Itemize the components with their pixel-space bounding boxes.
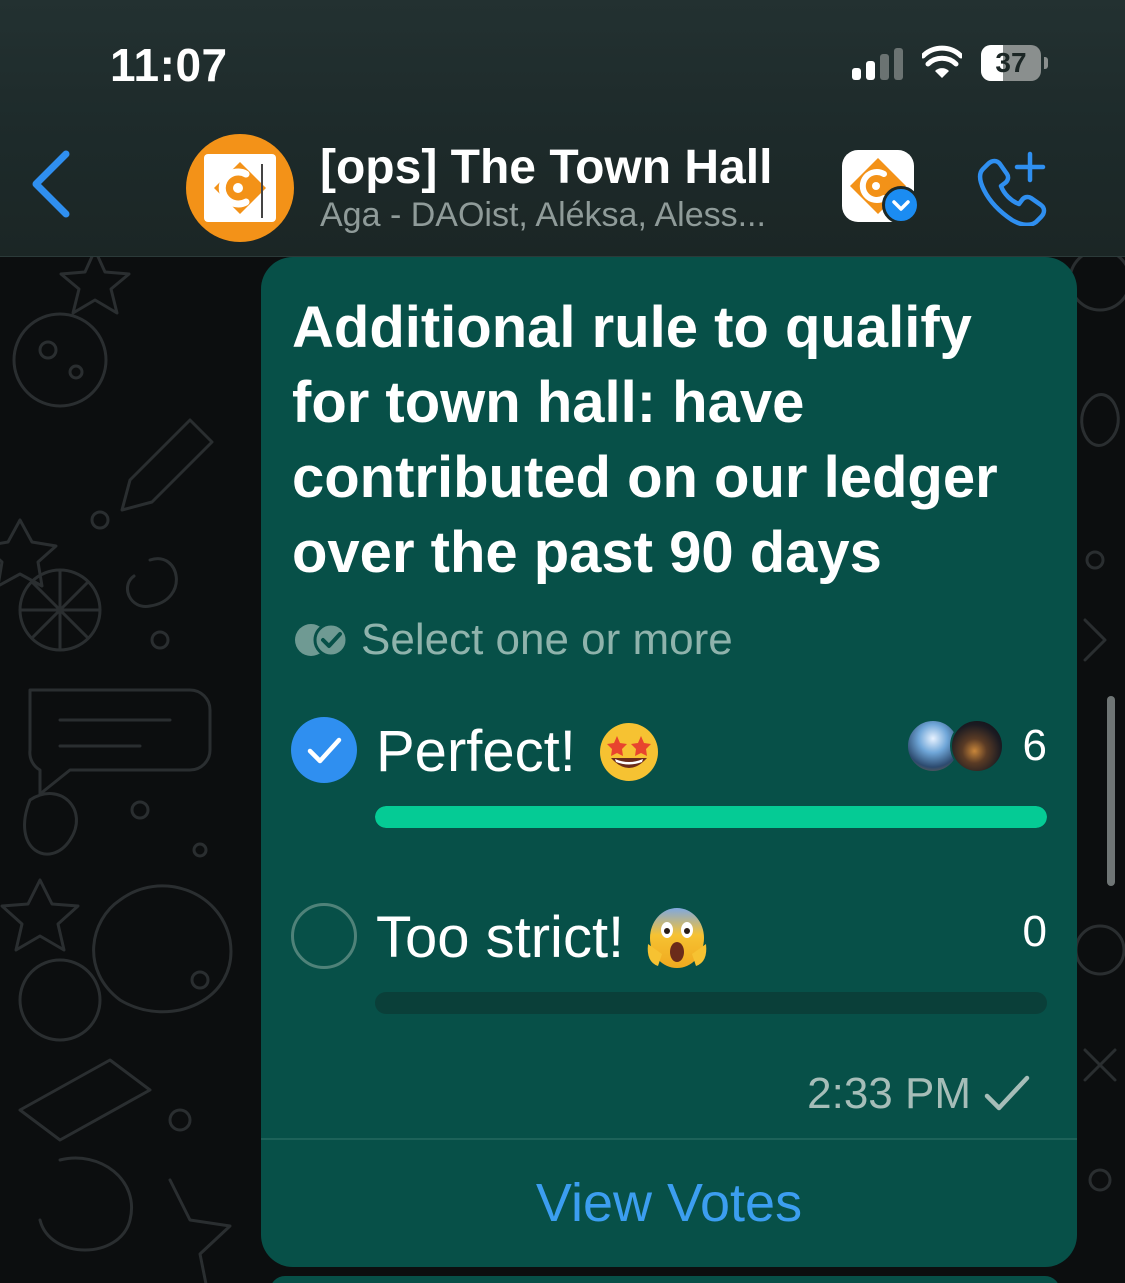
group-members-subtitle[interactable]: Aga - DAOist, Aléksa, Aless... xyxy=(320,196,820,235)
poll-message-bubble: Additional rule to qualify for town hall… xyxy=(261,257,1077,1267)
option-label: Too strict! xyxy=(376,899,710,975)
battery-body: 37 xyxy=(981,45,1041,81)
option-label-text: Too strict! xyxy=(376,904,625,970)
voter-avatars[interactable] xyxy=(906,719,1006,775)
cellular-signal-icon xyxy=(852,48,904,80)
view-votes-button[interactable]: View Votes xyxy=(261,1140,1077,1267)
message-time: 2:33 PM xyxy=(807,1069,971,1118)
vote-progress-track xyxy=(375,992,1047,1014)
group-title[interactable]: [ops] The Town Hall xyxy=(320,140,820,195)
battery-icon: 37 xyxy=(981,45,1048,81)
option-checkbox[interactable] xyxy=(291,903,357,969)
chevron-left-icon[interactable] xyxy=(24,144,80,228)
vote-progress-fill xyxy=(375,806,1047,828)
signal-bar xyxy=(894,48,903,80)
star-struck-emoji-icon xyxy=(596,718,662,784)
group-avatar[interactable] xyxy=(186,134,294,242)
chat-screen: 11:07 37 [ops] The Town Hall Aga - DAOis… xyxy=(0,0,1125,1283)
phone-add-icon[interactable] xyxy=(974,150,1050,226)
battery-level: 37 xyxy=(995,47,1027,78)
top-bar: 11:07 37 [ops] The Town Hall Aga - DAOis… xyxy=(0,0,1125,257)
select-hint-text: Select one or more xyxy=(361,615,733,664)
option-label-text: Perfect! xyxy=(376,718,576,784)
poll-option[interactable]: Perfect! 6 xyxy=(261,713,1077,833)
group-logo-icon xyxy=(204,154,276,222)
wifi-icon xyxy=(922,45,962,78)
checkmark-icon xyxy=(307,737,342,764)
sent-check-icon xyxy=(984,1075,1030,1111)
scrollbar[interactable] xyxy=(1107,696,1115,886)
voter-avatar xyxy=(950,719,1004,773)
community-verified-badge xyxy=(882,186,920,224)
option-vote-count: 6 xyxy=(1022,721,1047,770)
option-checkbox[interactable] xyxy=(291,717,357,783)
screaming-face-emoji-icon xyxy=(644,904,710,970)
battery-nub xyxy=(1044,57,1048,69)
option-label: Perfect! xyxy=(376,713,662,789)
chevron-down-icon xyxy=(892,200,910,211)
poll-question: Additional rule to qualify for town hall… xyxy=(292,295,998,585)
vote-progress-track xyxy=(375,806,1047,828)
status-time: 11:07 xyxy=(110,39,228,91)
signal-bar xyxy=(866,61,875,80)
poll-option[interactable]: Too strict! 0 xyxy=(261,899,1077,1019)
signal-bar xyxy=(852,68,861,80)
select-hint: Select one or more xyxy=(293,615,733,665)
signal-bar xyxy=(880,54,889,80)
double-check-circle-icon xyxy=(295,622,349,658)
next-message-bubble xyxy=(270,1276,1060,1283)
message-meta: 2:33 PM xyxy=(807,1069,1031,1119)
community-badge-icon[interactable] xyxy=(842,150,922,230)
option-vote-count: 0 xyxy=(1022,907,1047,956)
